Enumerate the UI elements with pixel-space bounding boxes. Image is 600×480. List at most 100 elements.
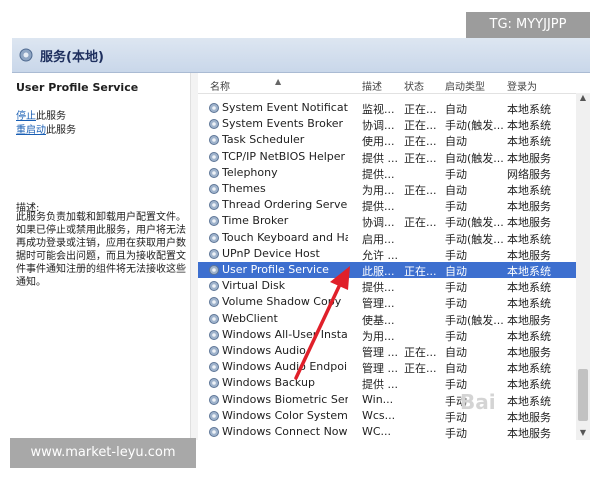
service-startup-type: 手动 bbox=[445, 329, 467, 343]
service-gear-icon bbox=[209, 281, 219, 292]
service-gear-icon bbox=[209, 184, 219, 194]
service-description-cell: WC... bbox=[362, 425, 392, 438]
service-logon-as: 本地服务 bbox=[507, 151, 551, 165]
service-status: 正在... bbox=[404, 265, 437, 278]
service-startup-type: 手动 bbox=[445, 427, 467, 440]
service-startup-type: 手动(触发... bbox=[445, 232, 504, 246]
service-name: UPnP Device Host bbox=[222, 246, 320, 260]
restart-service-link[interactable]: 重启动此服务 bbox=[16, 121, 76, 136]
service-row[interactable]: User Profile Service 此服... 正在... 自动 本地系统 bbox=[198, 262, 576, 278]
service-description-cell: 允许 ... bbox=[362, 248, 398, 262]
service-startup-type: 手动 bbox=[445, 248, 467, 262]
column-name-label: 名称 bbox=[210, 82, 230, 93]
service-name: System Event Notification... bbox=[222, 101, 348, 114]
service-status: 正在... bbox=[404, 346, 437, 359]
service-row[interactable]: Volume Shadow Copy 管理... 手动 本地系统 bbox=[198, 294, 576, 310]
service-status: 正在... bbox=[404, 151, 437, 165]
column-header-startup-type[interactable]: 启动类型 bbox=[445, 78, 485, 93]
service-row[interactable]: Windows Audio Endpoint...管理 ...正在...自动本地… bbox=[198, 359, 576, 375]
scroll-up-arrow-icon[interactable]: ▲ bbox=[576, 93, 590, 105]
service-startup-type: 手动(触发... bbox=[445, 216, 504, 230]
service-row[interactable]: Windows Biometric Servi...Win...手动本地系统 bbox=[198, 392, 576, 408]
vertical-scrollbar[interactable]: ▲ ▼ bbox=[576, 93, 590, 440]
service-gear-icon bbox=[209, 167, 219, 178]
service-gear-icon bbox=[209, 362, 219, 373]
service-description-cell: 管理... bbox=[362, 297, 395, 311]
service-description-cell: 监视... bbox=[362, 103, 395, 116]
service-description-cell: 提供... bbox=[362, 281, 395, 295]
baidu-watermark: Bai bbox=[460, 390, 496, 414]
service-gear-icon bbox=[209, 135, 219, 146]
column-header-name[interactable]: 名称 ▲ bbox=[210, 77, 281, 93]
service-logon-as: 本地系统 bbox=[507, 119, 551, 133]
column-header-status[interactable]: 状态 bbox=[404, 78, 424, 93]
service-startup-type: 自动 bbox=[445, 135, 467, 149]
stop-service-link[interactable]: 停止此服务 bbox=[16, 107, 66, 122]
scrollbar-thumb[interactable] bbox=[578, 369, 588, 421]
service-logon-as: 本地系统 bbox=[507, 103, 551, 116]
service-gear-icon bbox=[209, 378, 219, 389]
service-description-cell: 为用... bbox=[362, 184, 395, 197]
service-gear-icon bbox=[209, 151, 219, 162]
service-row[interactable]: Themes 为用... 正在... 自动 本地系统 bbox=[198, 181, 576, 197]
service-gear-icon bbox=[209, 119, 219, 130]
service-startup-type: 手动 bbox=[445, 297, 467, 311]
service-name: Thread Ordering Server bbox=[222, 198, 348, 212]
service-description-cell: 提供... bbox=[362, 200, 395, 214]
service-description-cell: 提供 ... bbox=[362, 151, 398, 165]
service-row[interactable]: Windows Audio 管理 ... 正在... 自动 本地服务 bbox=[198, 343, 576, 359]
service-name: Task Scheduler bbox=[222, 133, 305, 147]
service-description-cell: Win... bbox=[362, 392, 394, 406]
service-logon-as: 本地服务 bbox=[507, 410, 551, 424]
service-gear-icon bbox=[209, 232, 219, 243]
service-row[interactable]: UPnP Device Host 允许 ... 手动 本地服务 bbox=[198, 246, 576, 262]
service-row[interactable]: Thread Ordering Server 提供... 手动 本地服务 bbox=[198, 197, 576, 213]
service-gear-icon bbox=[209, 216, 219, 227]
service-logon-as: 本地系统 bbox=[507, 281, 551, 295]
service-row[interactable]: Time Broker 协调... 正在... 手动(触发... 本地服务 bbox=[198, 213, 576, 229]
service-row[interactable]: Telephony 提供... 手动 网络服务 bbox=[198, 165, 576, 181]
service-row[interactable]: WebClient 使基... 手动(触发... 本地服务 bbox=[198, 311, 576, 327]
restart-link-text[interactable]: 重启动 bbox=[16, 125, 46, 136]
service-row[interactable]: System Event Notification... 监视... 正在... 自动… bbox=[198, 100, 576, 116]
list-header: 名称 ▲ 描述 状态 启动类型 登录为 bbox=[198, 73, 576, 94]
service-gear-icon bbox=[209, 394, 219, 405]
service-name: System Events Broker bbox=[222, 117, 344, 131]
service-name: Windows Color System bbox=[222, 408, 348, 422]
service-description-cell: 管理 ... bbox=[362, 346, 398, 359]
service-logon-as: 本地系统 bbox=[507, 378, 551, 392]
service-description-cell: 管理 ... bbox=[362, 362, 398, 376]
service-logon-as: 本地服务 bbox=[507, 313, 551, 327]
service-gear-icon bbox=[209, 248, 219, 259]
service-row[interactable]: Windows Backup 提供 ... 手动 本地系统 bbox=[198, 375, 576, 391]
service-description-cell: 为用... bbox=[362, 329, 395, 343]
service-logon-as: 本地系统 bbox=[507, 135, 551, 149]
service-row[interactable]: Task Scheduler 使用... 正在... 自动 本地系统 bbox=[198, 132, 576, 148]
service-logon-as: 本地系统 bbox=[507, 184, 551, 197]
service-startup-type: 自动(触发... bbox=[445, 151, 504, 165]
service-startup-type: 自动 bbox=[445, 362, 467, 376]
column-header-logon-as[interactable]: 登录为 bbox=[507, 78, 537, 93]
service-name: Time Broker bbox=[222, 214, 289, 228]
services-gear-icon bbox=[19, 48, 33, 62]
service-status: 正在... bbox=[404, 362, 437, 376]
service-logon-as: 网络服务 bbox=[507, 167, 551, 181]
service-row[interactable]: Windows Color System Wcs... 手动 本地服务 bbox=[198, 408, 576, 424]
service-startup-type: 手动 bbox=[445, 281, 467, 295]
title-bar: 服务(本地) bbox=[12, 38, 590, 73]
service-row[interactable]: Touch Keyboard and Ha... 启用... 手动(触发... 本地系… bbox=[198, 230, 576, 246]
scroll-down-arrow-icon[interactable]: ▼ bbox=[576, 428, 590, 440]
column-header-description[interactable]: 描述 bbox=[362, 78, 382, 93]
telegram-badge: TG: MYYJJPP bbox=[466, 12, 590, 38]
service-row[interactable]: Windows Connect Now -... WC... 手动 本地服务 bbox=[198, 424, 576, 440]
service-row[interactable]: Virtual Disk 提供... 手动 本地系统 bbox=[198, 278, 576, 294]
window-title: 服务(本地) bbox=[40, 50, 104, 65]
sort-ascending-icon: ▲ bbox=[275, 77, 282, 86]
service-row[interactable]: TCP/IP NetBIOS Helper 提供 ... 正在... 自动(触发...… bbox=[198, 149, 576, 165]
service-logon-as: 本地系统 bbox=[507, 232, 551, 246]
service-row[interactable]: Windows All-User Install ...为用...手动本地系统 bbox=[198, 327, 576, 343]
service-row[interactable]: System Events Broker 协调... 正在... 手动(触发... 本地… bbox=[198, 116, 576, 132]
service-name: Telephony bbox=[222, 165, 278, 179]
service-gear-icon bbox=[209, 103, 219, 113]
service-gear-icon bbox=[209, 346, 219, 356]
